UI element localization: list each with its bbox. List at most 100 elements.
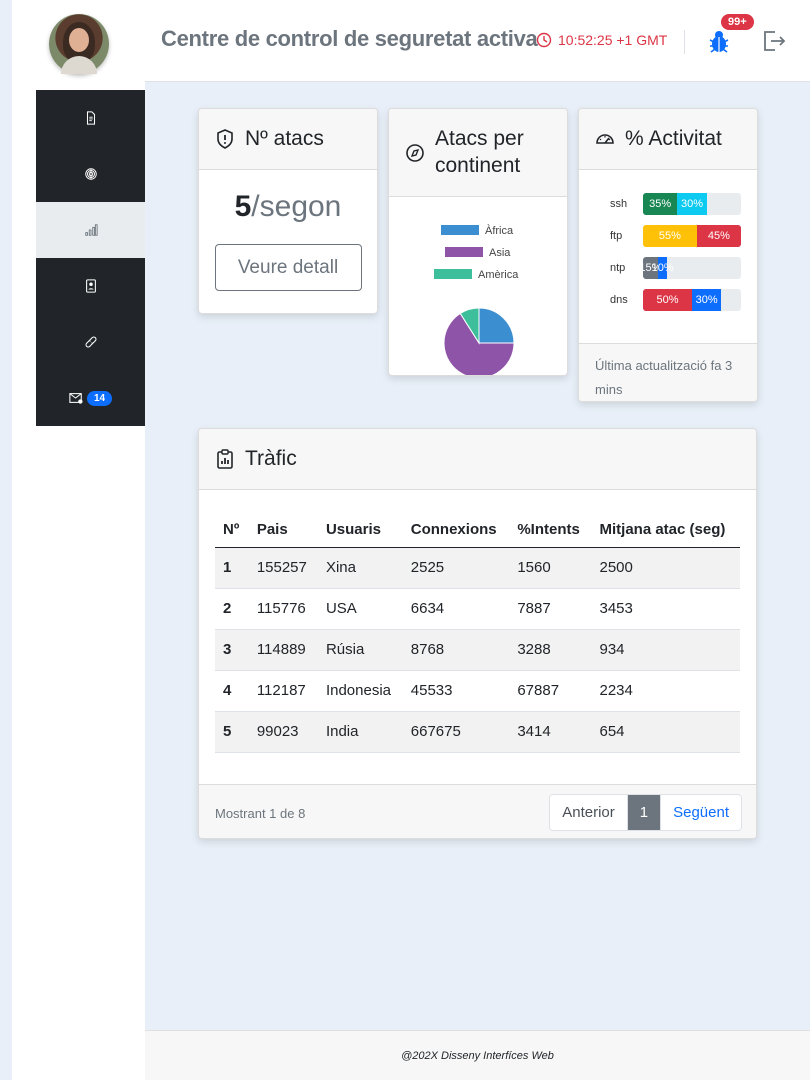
avatar-shirt <box>61 56 97 74</box>
progress-segment: 45% <box>696 225 741 247</box>
progress-bar: 55% 45% <box>643 225 741 247</box>
legend-entry: Asia <box>445 247 511 259</box>
progress-segment: 30% <box>677 193 707 215</box>
main-content: Nº atacs 5/segon Veure detall Atacs per … <box>145 82 810 1030</box>
table-cell: 2234 <box>591 670 740 712</box>
table-header-row: Nº Pais Usuaris Connexions %Intents Mitj… <box>215 513 740 548</box>
view-detail-button[interactable]: Veure detall <box>214 244 362 291</box>
page-1-button[interactable]: 1 <box>627 795 662 830</box>
activity-row-ssh: ssh 35% 30% <box>610 193 741 215</box>
legend-entry: Amèrica <box>434 269 519 281</box>
table-cell: 3453 <box>591 588 740 630</box>
sidebar: 14 <box>12 0 145 1080</box>
table-cell: Rúsia <box>317 629 403 671</box>
traffic-title: Tràfic <box>245 447 297 470</box>
pagination: Anterior 1 Següent <box>549 794 742 831</box>
sidebar-item-documents[interactable] <box>36 90 145 146</box>
sidebar-item-fingerprint[interactable] <box>36 146 145 202</box>
progress-segment: 50% <box>643 289 692 311</box>
attacks-rate: 5/segon <box>199 190 377 224</box>
table-cell: 5 <box>215 711 249 753</box>
page-title: Centre de control de seguretat activa <box>161 26 538 51</box>
avatar[interactable] <box>49 14 109 74</box>
activity-card-header: % Activitat <box>579 109 757 170</box>
attacks-card: Nº atacs 5/segon Veure detall <box>198 108 378 314</box>
table-cell: 3414 <box>509 711 592 753</box>
document-icon <box>86 111 95 125</box>
sidebar-item-contacts[interactable] <box>36 258 145 314</box>
clock-icon <box>536 32 552 48</box>
table-cell: 45533 <box>402 670 510 712</box>
mail-icon <box>69 393 83 404</box>
clipboard-chart-icon <box>217 449 233 469</box>
table-cell: 7887 <box>509 588 592 630</box>
progress-bar: 50% 30% <box>643 289 741 311</box>
traffic-footer: Mostrant 1 de 8 Anterior 1 Següent <box>199 784 756 838</box>
col-attempts: %Intents <box>509 513 592 548</box>
footer-text: @202X Disseny Interfíces Web <box>401 1049 554 1062</box>
continent-card-header: Atacs per continent <box>389 109 567 197</box>
table-cell: 112187 <box>248 670 318 712</box>
logout-icon[interactable] <box>762 30 786 52</box>
shield-alert-icon <box>217 129 233 149</box>
continent-card: Atacs per continent Àfrica Asia Amèrica <box>388 108 568 376</box>
bug-icon[interactable] <box>708 30 730 54</box>
table-cell: 3 <box>215 629 249 671</box>
header: Centre de control de seguretat activa 10… <box>145 0 810 82</box>
bandage-icon <box>85 336 96 348</box>
table-cell: USA <box>317 588 403 630</box>
legend-label: Àfrica <box>485 224 514 237</box>
continent-pie-chart: Àfrica Asia Amèrica <box>434 224 519 375</box>
activity-row-dns: dns 50% 30% <box>610 289 741 311</box>
notification-badge: 99+ <box>721 14 754 30</box>
fingerprint-icon <box>84 168 97 180</box>
activity-label: dns <box>610 294 628 306</box>
activity-title: % Activitat <box>625 127 722 150</box>
table-cell: 1 <box>215 547 249 589</box>
table-cell: 3288 <box>509 629 592 671</box>
table-row: 2 115776 USA 6634 7887 3453 <box>215 588 740 630</box>
page-footer: @202X Disseny Interfíces Web <box>145 1030 810 1080</box>
activity-label: ntp <box>610 262 626 274</box>
table-cell: 4 <box>215 670 249 712</box>
legend-swatch <box>445 247 483 257</box>
table-cell: 6634 <box>402 588 510 630</box>
table-row: 3 114889 Rúsia 8768 3288 934 <box>215 629 740 671</box>
table-cell: 8768 <box>402 629 510 671</box>
prev-page-button[interactable]: Anterior <box>550 795 628 830</box>
table-row: 5 99023 India 667675 3414 654 <box>215 711 740 753</box>
table-cell: India <box>317 711 403 753</box>
activity-row-ntp: ntp 15%10% <box>610 257 741 279</box>
table-cell: 1560 <box>509 547 592 589</box>
sidebar-item-mail[interactable]: 14 <box>36 370 145 426</box>
table-row: 1 155257 Xina 2525 1560 2500 <box>215 547 740 589</box>
table-row: 4 112187 Indonesia 45533 67887 2234 <box>215 670 740 712</box>
progress-segment: 10% <box>652 257 674 279</box>
traffic-card: Tràfic Nº Pais Usuaris Connexions %Inten… <box>198 428 757 839</box>
legend-label: Amèrica <box>478 269 519 281</box>
contact-card-icon <box>85 279 96 293</box>
activity-card: % Activitat ssh35%30% ftp55%45% ntp15%10% d… <box>578 108 758 402</box>
left-strip <box>0 0 12 1080</box>
table-cell: 155257 <box>248 547 318 589</box>
bar-signal-icon <box>84 224 98 236</box>
progress-bar: 35% 30% <box>643 193 741 215</box>
col-connections: Connexions <box>402 513 510 548</box>
table-cell: 99023 <box>248 711 318 753</box>
table-cell: 667675 <box>402 711 510 753</box>
progress-segment: 55% <box>643 225 697 247</box>
clock: 10:52:25 +1 GMT <box>536 32 667 48</box>
progress-segment: 35% <box>643 193 678 215</box>
attacks-unit: /segon <box>251 190 342 223</box>
clock-time: 10:52:25 +1 GMT <box>558 32 668 48</box>
sidebar-item-activity[interactable] <box>36 202 145 258</box>
attacks-card-header: Nº atacs <box>199 109 377 170</box>
activity-row-ftp: ftp 55% 45% <box>610 225 741 247</box>
legend-swatch <box>441 225 479 235</box>
avatar-face <box>69 28 89 52</box>
next-page-button[interactable]: Següent <box>661 795 741 830</box>
sidebar-item-bandage[interactable] <box>36 314 145 370</box>
continent-title: Atacs per continent <box>435 127 524 177</box>
col-num: Nº <box>215 513 249 548</box>
attacks-value: 5 <box>234 190 252 223</box>
